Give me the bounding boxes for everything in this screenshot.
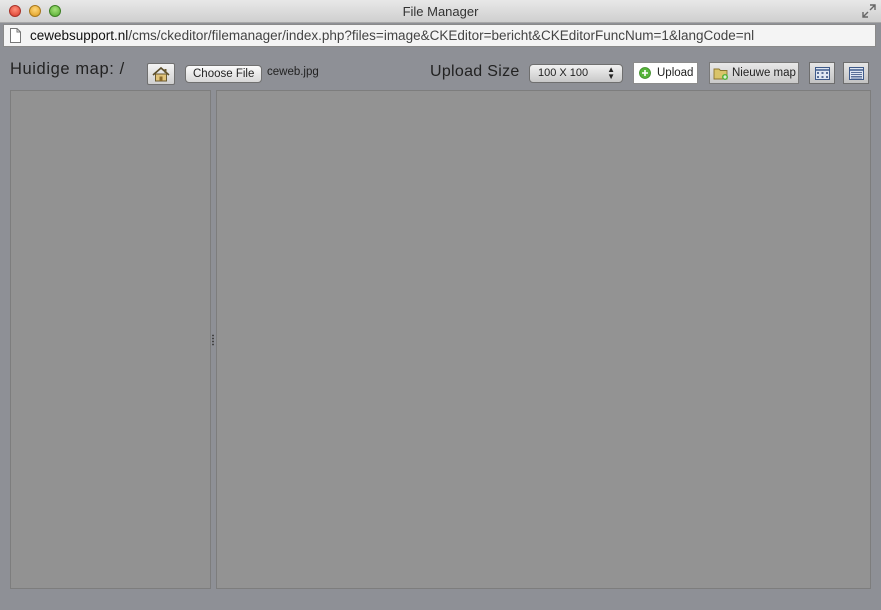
folder-plus-icon bbox=[713, 68, 728, 80]
upload-size-select[interactable]: 100 X 100 ▲ ▼ bbox=[529, 64, 623, 83]
list-view-icon bbox=[849, 67, 864, 80]
upload-button[interactable]: Upload bbox=[633, 62, 698, 84]
file-list-pane[interactable] bbox=[216, 90, 871, 589]
file-manager-toolbar: Huidige map: / Choose File ceweb.jpg Upl… bbox=[0, 54, 881, 90]
folder-tree-pane[interactable] bbox=[10, 90, 211, 589]
page-icon bbox=[10, 28, 21, 43]
home-icon bbox=[152, 66, 170, 82]
grid-view-icon bbox=[815, 67, 830, 80]
current-folder-label: Huidige map: / bbox=[10, 60, 125, 78]
upload-size-label: Upload Size bbox=[430, 63, 520, 80]
selected-file-name: ceweb.jpg bbox=[267, 66, 319, 78]
address-bar[interactable]: cewebsupport.nl/cms/ckeditor/filemanager… bbox=[3, 24, 876, 47]
address-path: /cms/ckeditor/filemanager/index.php?file… bbox=[128, 28, 755, 43]
upload-size-value: 100 X 100 bbox=[538, 67, 589, 79]
address-domain: cewebsupport.nl bbox=[30, 28, 129, 43]
fullscreen-icon[interactable] bbox=[862, 4, 876, 18]
address-url: cewebsupport.nl/cms/ckeditor/filemanager… bbox=[30, 28, 754, 43]
window-title: File Manager bbox=[402, 4, 479, 19]
new-folder-button[interactable]: Nieuwe map bbox=[709, 62, 799, 84]
upload-button-label: Upload bbox=[657, 67, 694, 79]
plus-circle-icon bbox=[639, 67, 651, 79]
select-arrows-icon: ▲ ▼ bbox=[607, 65, 615, 81]
grid-view-button[interactable] bbox=[809, 62, 835, 84]
window-titlebar: File Manager bbox=[0, 0, 881, 23]
home-button[interactable] bbox=[147, 63, 175, 85]
splitter-grip-icon[interactable] bbox=[212, 334, 214, 346]
list-view-button[interactable] bbox=[843, 62, 869, 84]
new-folder-label: Nieuwe map bbox=[732, 67, 796, 79]
choose-file-button[interactable]: Choose File bbox=[185, 65, 263, 83]
